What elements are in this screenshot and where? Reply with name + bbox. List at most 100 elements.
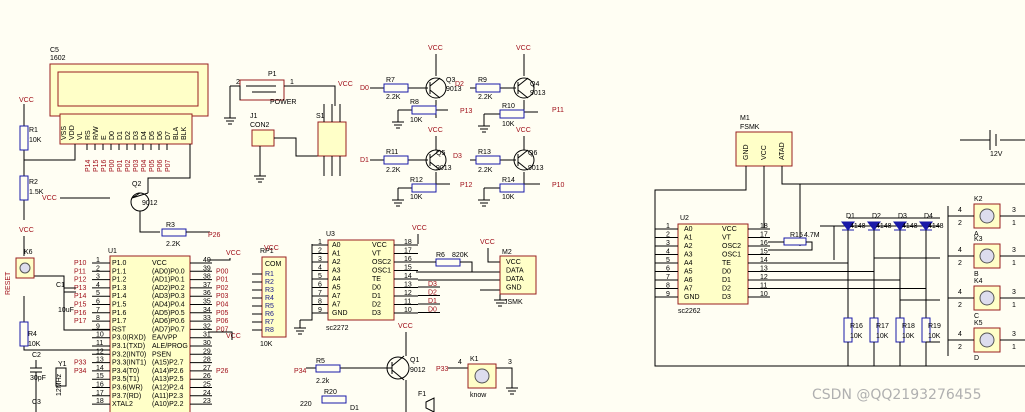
r1-resistor <box>19 125 29 151</box>
rp1-pin-label: R2 <box>265 279 274 286</box>
mcu-pin-number: 39 <box>203 265 211 272</box>
u2-pin-number: 8 <box>666 283 670 290</box>
mcu-pin-name: (A13)P2.5 <box>152 376 184 383</box>
mcu-pin-name: P1.3 <box>112 285 127 292</box>
rp1-pin-label: R7 <box>265 319 274 326</box>
mcu-pin-number: 31 <box>203 332 211 339</box>
mcu-pin-number: 5 <box>96 290 100 297</box>
u2-pin-number: 3 <box>666 240 670 247</box>
q4-value: 9013 <box>530 90 546 97</box>
u2-pin-number: 6 <box>666 266 670 273</box>
mcu-pin-number: 15 <box>96 373 104 380</box>
lcd-pin-label: RS <box>85 130 92 140</box>
u2-pin-number: 16 <box>760 240 768 247</box>
y1-value: 12MHz <box>56 373 63 396</box>
r8-resistor <box>411 105 437 115</box>
u3-pin-number: 1 <box>318 239 322 246</box>
r10-resistor <box>499 109 525 119</box>
r5-value: 2.2k <box>316 378 330 385</box>
mcu-pin-number: 24 <box>203 390 211 397</box>
u3-pin-name: A1 <box>332 251 341 258</box>
k1-pin4: 4 <box>458 359 462 366</box>
m1-ref: M1 <box>740 115 750 122</box>
k1-pin3: 3 <box>508 359 512 366</box>
key-pin-2: 2 <box>958 344 962 351</box>
watermark: CSDN @QQ2193276455 <box>812 387 981 403</box>
rp1-pin-label: R4 <box>265 295 274 302</box>
lcd-pin-net: P00 <box>109 159 116 172</box>
r13-ref: R13 <box>478 149 491 156</box>
u3-pin-name: GND <box>332 310 348 317</box>
u2-pin-name: A7 <box>684 286 693 293</box>
mcu-pin-number: 36 <box>203 290 211 297</box>
mcu-pin-name: RST <box>112 326 127 333</box>
con2-label: CON2 <box>250 122 270 129</box>
u2-pin-name: GND <box>684 294 700 301</box>
u3-pin-number: 18 <box>404 239 412 246</box>
mcu-pin-name: P3.2(INT0) <box>112 351 146 358</box>
diode-ref: D1 <box>846 213 855 220</box>
lcd-pin-label: D7 <box>165 131 172 140</box>
m2-pin-label: GND <box>506 285 522 292</box>
mcu-pin-number: 8 <box>96 315 100 322</box>
r12-resistor <box>411 183 437 193</box>
key-wire <box>900 297 1025 301</box>
mcu-pin-net: P26 <box>216 368 229 375</box>
mcu-pin-number: 29 <box>203 348 211 355</box>
key-pin-1: 1 <box>1012 220 1016 227</box>
r4-resistor <box>19 321 29 347</box>
mcu-pin-name: (AD0)P0.0 <box>152 268 185 275</box>
u3-pin-number: 5 <box>318 273 322 280</box>
mcu-pin-name: (A11)P2.3 <box>152 393 183 400</box>
u3-pin-name: A4 <box>332 276 341 283</box>
u2-pin-name: D2 <box>722 286 731 293</box>
receiver-u3: U3 1 A02 A13 A24 A35 A46 A57 A78 A79 GND18VCC17VT… <box>294 225 537 335</box>
d1-input: D1 <box>360 157 369 164</box>
mcu-pin-net: P01 <box>216 277 229 284</box>
mcu-pin-net: P17 <box>74 318 87 325</box>
vcc-u3: VCC <box>412 225 427 232</box>
s1-ref: S1 <box>316 113 325 120</box>
mcu-pin-number: 1 <box>96 257 100 264</box>
r8-value: 10K <box>410 117 423 124</box>
mcu-pin-name: P3.5(T1) <box>112 376 139 383</box>
m1-pin-label: VCC <box>761 145 768 160</box>
m1-label: FSMK <box>740 124 760 131</box>
key-pin-3: 3 <box>1012 207 1016 214</box>
r3-net: P26 <box>208 232 221 239</box>
lcd-pin-label: D4 <box>141 131 148 140</box>
mcu-pin-name: PSEN <box>152 351 171 358</box>
u3-pin-number: 13 <box>404 282 412 289</box>
u2-pin-name: A1 <box>684 235 693 242</box>
key-pin-2: 2 <box>958 260 962 267</box>
mcu-pin-number: 25 <box>203 382 211 389</box>
rp1-pin-label: R3 <box>265 287 274 294</box>
m2-ref: M2 <box>502 249 512 256</box>
m2-pin-label: VCC <box>506 259 521 266</box>
key-button-cap <box>979 248 995 264</box>
q1-ref: Q1 <box>410 357 419 364</box>
driver-top: VCC VCC D0 R7 2.2K Q3 9013 D2 R9 2.2K Q4… <box>360 45 564 133</box>
u2-part: sc2262 <box>678 308 701 315</box>
r14-resistor <box>499 183 525 193</box>
mcu-pin-net: P33 <box>74 360 87 367</box>
key-pin-2: 2 <box>958 220 962 227</box>
battery-value: 12V <box>990 151 1003 158</box>
r6-resistor <box>435 258 461 267</box>
u3-out-net: D2 <box>428 290 437 297</box>
diode-ref: D3 <box>898 213 907 220</box>
u3-pin-number: 12 <box>404 290 412 297</box>
key-pin-4: 4 <box>958 207 962 214</box>
rp1-value: 10K <box>260 341 273 348</box>
lcd-pin-net: P06 <box>157 159 164 172</box>
vcc-label-rp1: VCC <box>264 245 279 252</box>
u3-pin-name: A2 <box>332 259 341 266</box>
key-pin-3: 3 <box>1012 247 1016 254</box>
key-pin-4: 4 <box>958 289 962 296</box>
power-section: P1 POWER 2 1 VCC J1 CON2 S1 <box>224 71 353 183</box>
mcu-pin-number: 14 <box>96 365 104 372</box>
mcu-pin-net: P00 <box>216 268 229 275</box>
key-ref: K3 <box>974 236 983 243</box>
y1-ref: Y1 <box>58 361 67 368</box>
lcd-pin-label: D3 <box>133 131 140 140</box>
